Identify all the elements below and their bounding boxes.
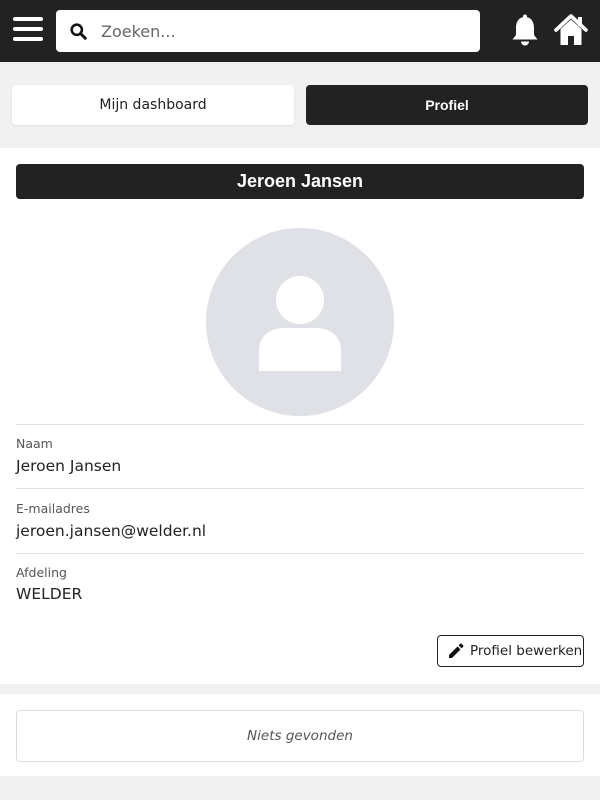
tab-mijn-dashboard[interactable]: Mijn dashboard <box>12 85 294 125</box>
user-placeholder-icon <box>259 276 341 371</box>
search-icon <box>70 22 87 40</box>
profile-name-header: Jeroen Jansen <box>16 164 584 199</box>
field-value-naam: Jeroen Jansen <box>16 457 122 475</box>
tab-profiel[interactable]: Profiel <box>306 85 588 125</box>
field-value-email: jeroen.jansen@welder.nl <box>16 522 207 540</box>
home-icon[interactable] <box>553 13 589 47</box>
pencil-icon <box>449 643 464 658</box>
empty-state-message: Niets gevonden <box>16 710 584 762</box>
profile-card: Jeroen Jansen Naam Jeroen Jansen E-maila… <box>0 148 600 684</box>
bell-icon[interactable] <box>509 14 541 48</box>
results-card: Niets gevonden <box>0 694 600 776</box>
avatar <box>206 228 394 416</box>
edit-profile-label: Profiel bewerken <box>470 643 583 659</box>
divider <box>16 488 584 489</box>
edit-profile-button[interactable]: Profiel bewerken <box>437 635 584 667</box>
field-value-afdeling: WELDER <box>16 585 83 603</box>
top-bar <box>0 0 600 62</box>
field-label-naam: Naam <box>16 436 53 451</box>
search-input[interactable] <box>101 21 441 41</box>
search-bar[interactable] <box>56 10 480 52</box>
field-label-email: E-mailadres <box>16 501 90 516</box>
divider <box>16 553 584 554</box>
hamburger-menu-icon[interactable] <box>13 17 43 45</box>
divider <box>16 424 584 425</box>
field-label-afdeling: Afdeling <box>16 565 67 580</box>
